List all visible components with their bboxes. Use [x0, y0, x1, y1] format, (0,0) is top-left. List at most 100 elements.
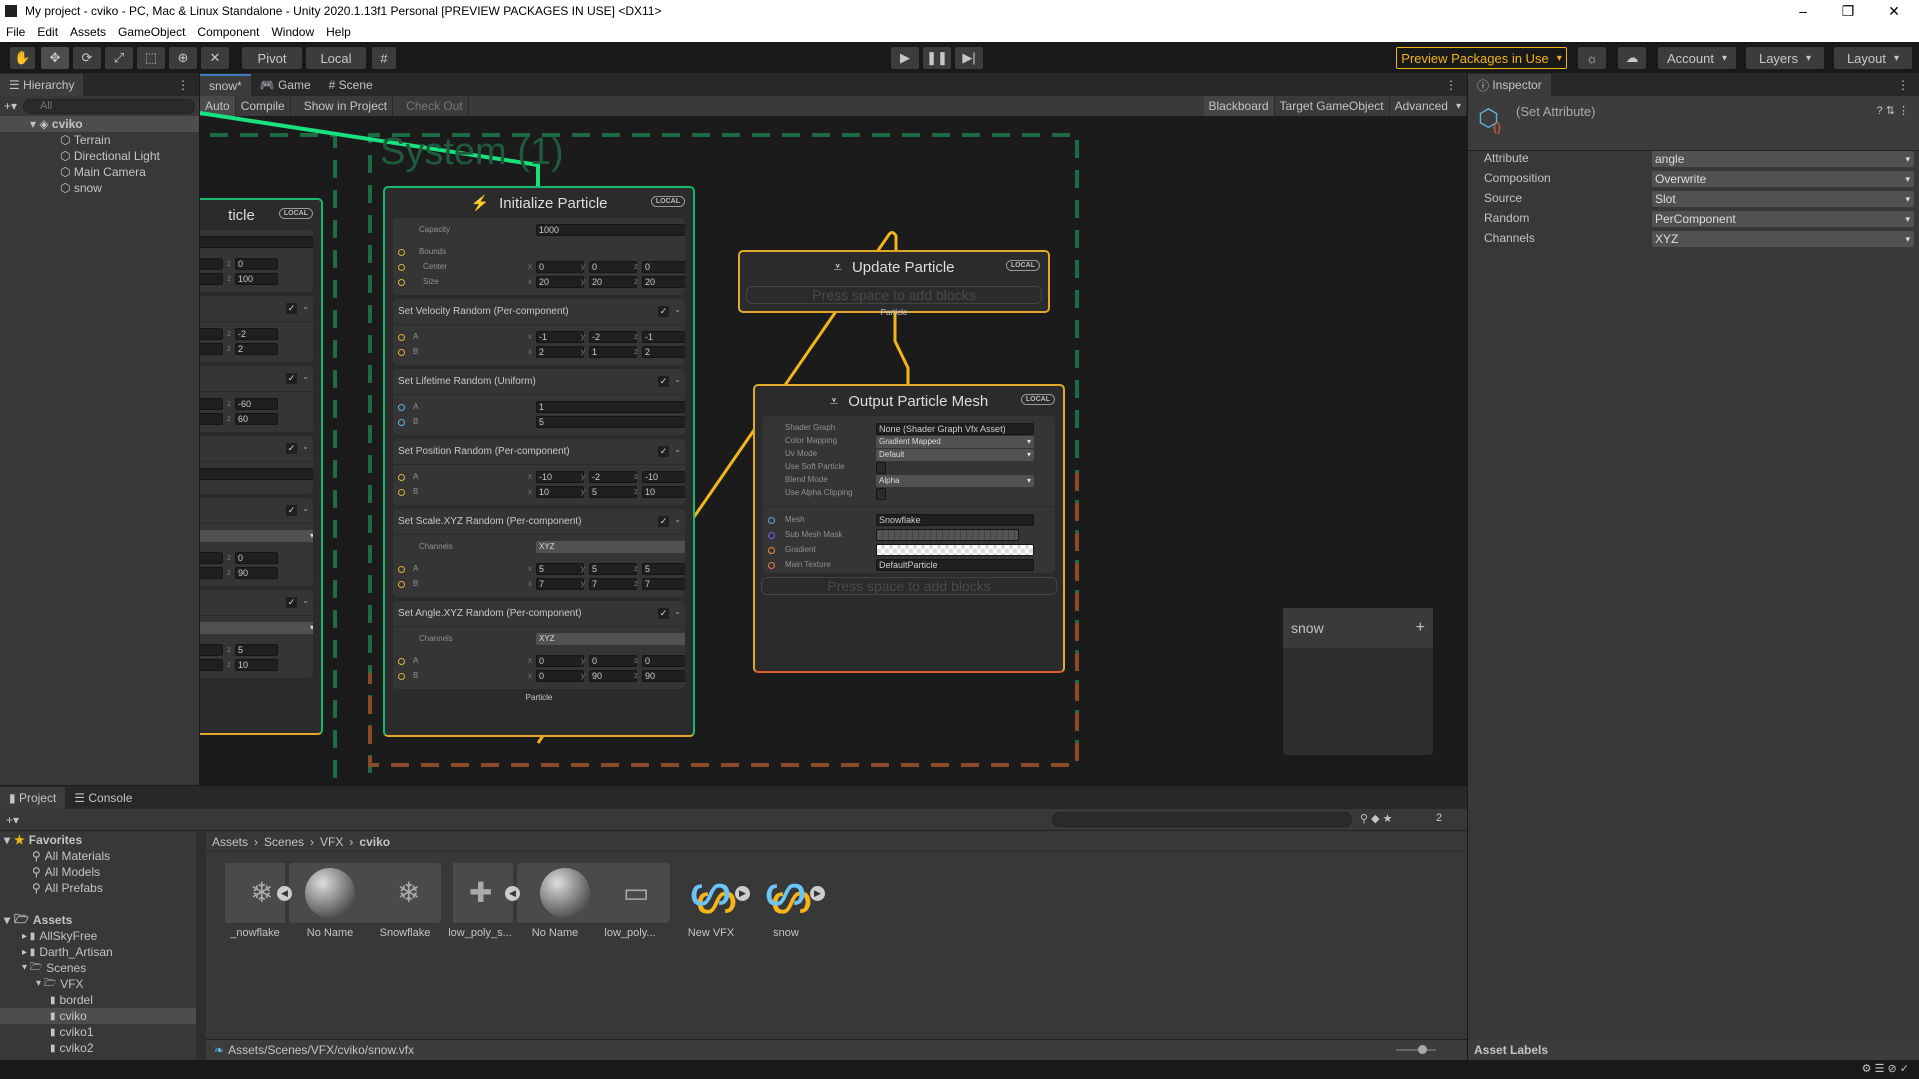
vector-field-z[interactable]: 10 — [235, 659, 278, 671]
field-dropdown[interactable]: angle — [1652, 151, 1914, 167]
vector-field-x[interactable]: 5 — [536, 563, 584, 575]
close-icon[interactable]: ✕ — [1872, 0, 1916, 22]
pause-icon[interactable]: ❚❚ — [923, 47, 951, 69]
asset-labels-header[interactable]: Asset Labels — [1468, 1040, 1919, 1060]
step-icon[interactable]: ▶| — [955, 47, 983, 69]
folder-item[interactable]: ▮ cviko — [0, 1008, 196, 1024]
cloud-icon[interactable]: ☁ — [1618, 47, 1646, 69]
vector-field-z[interactable]: 60 — [235, 413, 278, 425]
asset-label[interactable]: No Name — [520, 927, 590, 939]
channels-dropdown[interactable]: XYZ — [536, 633, 685, 645]
setting-dropdown[interactable]: Default — [876, 449, 1034, 461]
vector-field-y[interactable]: 90 — [589, 670, 637, 682]
vector-field-y[interactable]: 10 — [200, 659, 223, 671]
collapse-chevron-icon[interactable]: ⌄ — [302, 442, 309, 451]
tab-inspector[interactable]: ⓘ Inspector — [1468, 74, 1551, 96]
vector-field-z[interactable]: 5 — [235, 644, 278, 656]
vector-field-z[interactable]: 2 — [642, 346, 685, 358]
scene-row[interactable]: ▾ ◈ cviko — [0, 116, 199, 132]
hand-tool-icon[interactable]: ✋ — [10, 47, 35, 69]
enable-checkbox[interactable]: ✓ — [286, 505, 297, 516]
vector-field-z[interactable]: -2 — [235, 328, 278, 340]
channels-dropdown[interactable] — [200, 530, 313, 542]
collapse-chevron-icon[interactable]: ⌄ — [302, 504, 309, 513]
port-icon[interactable] — [398, 419, 405, 426]
vector-field-y[interactable]: -7 — [200, 343, 223, 355]
collapse-chevron-icon[interactable]: ⌄ — [674, 515, 681, 524]
vector-field-z[interactable]: 2 — [235, 343, 278, 355]
material-sphere-icon[interactable] — [540, 868, 590, 918]
vector-field-y[interactable]: -3 — [200, 328, 223, 340]
vector-field-y[interactable]: 0 — [200, 258, 223, 270]
initialize-particle-node[interactable]: ⚡ Initialize Particle LOCAL Capacity 1000 Bou… — [383, 186, 695, 737]
zoom-slider[interactable] — [1396, 1045, 1436, 1054]
block[interactable]: Set Lifetime Random (Uniform) ✓ ⌄ A 1 B 5 — [393, 369, 685, 435]
vector-field-z[interactable]: 5 — [642, 563, 685, 575]
port-icon[interactable] — [398, 581, 405, 588]
collapse-chevron-icon[interactable]: ⌄ — [674, 607, 681, 616]
enable-checkbox[interactable]: ✓ — [286, 597, 297, 608]
sub-mesh-mask-field[interactable] — [876, 529, 1019, 541]
vector-field-z[interactable]: -1 — [642, 331, 685, 343]
add-blocks-placeholder[interactable]: Press space to add blocks — [746, 286, 1042, 304]
vector-field-z[interactable]: 20 — [642, 276, 685, 288]
port-icon[interactable] — [398, 474, 405, 481]
port-icon[interactable] — [398, 279, 405, 286]
block[interactable]: ✓⌄y0z0y90z90 — [200, 498, 313, 586]
vector-field-y[interactable]: 20 — [589, 276, 637, 288]
object-field[interactable]: DefaultParticle — [876, 559, 1034, 571]
channels-dropdown[interactable]: XYZ — [536, 541, 685, 553]
enable-checkbox[interactable]: ✓ — [286, 303, 297, 314]
vector-field-x[interactable]: -1 — [536, 331, 584, 343]
vector-field-y[interactable]: 5 — [589, 486, 637, 498]
layers-dropdown[interactable]: Layers — [1746, 47, 1824, 69]
value-field[interactable] — [200, 468, 313, 480]
hierarchy-search-input[interactable] — [23, 98, 195, 114]
port-icon[interactable] — [398, 673, 405, 680]
asset-label[interactable]: snow — [751, 927, 821, 939]
enable-checkbox[interactable]: ✓ — [658, 516, 669, 527]
rotate-tool-icon[interactable]: ⟳ — [73, 47, 101, 69]
vector-field-x[interactable]: 10 — [536, 486, 584, 498]
play-icon[interactable]: ▶ — [891, 47, 919, 69]
asset-label[interactable]: low_poly... — [595, 927, 665, 939]
port-icon[interactable] — [768, 517, 775, 524]
block[interactable]: ✓ ⌄ — [200, 436, 313, 494]
block[interactable]: ✓⌄y20z-60y20z60 — [200, 366, 313, 432]
vector-field-y[interactable]: 0 — [589, 261, 637, 273]
output-particle-mesh-node[interactable]: ⩡ Output Particle Mesh LOCAL Shader Graph No… — [753, 384, 1065, 673]
collapse-chevron-icon[interactable]: ⌄ — [302, 596, 309, 605]
block[interactable]: ✓⌄y5z5y10z10 — [200, 590, 313, 678]
block[interactable]: Set Scale.XYZ Random (Per-component) ✓ ⌄ Ch… — [393, 509, 685, 597]
menu-assets[interactable]: Assets — [70, 25, 106, 39]
vector-field-y[interactable]: 1 — [589, 346, 637, 358]
lock-icon[interactable]: ⋮ — [177, 78, 189, 92]
vector-field-y[interactable]: 0 — [589, 655, 637, 667]
collapse-chevron-icon[interactable]: ⌄ — [302, 302, 309, 311]
transform-tool-icon[interactable]: ⊕ — [169, 47, 197, 69]
folder-item[interactable]: ▮ bordel — [0, 992, 196, 1008]
menu-window[interactable]: Window — [271, 25, 314, 39]
vector-field-z[interactable]: 0 — [235, 258, 278, 270]
field-dropdown[interactable]: XYZ — [1652, 231, 1914, 247]
menu-gameobject[interactable]: GameObject — [118, 25, 185, 39]
port-icon[interactable] — [398, 349, 405, 356]
vector-field-y[interactable]: 5 — [589, 563, 637, 575]
asset-label[interactable]: New VFX — [676, 927, 746, 939]
value-field[interactable]: 5 — [536, 416, 685, 428]
menu-help[interactable]: Help — [326, 25, 351, 39]
snowflake-mesh-icon[interactable]: ❄ — [397, 876, 420, 909]
folder-item[interactable]: ▮ cviko2 — [0, 1040, 196, 1056]
object-field[interactable]: Snowflake — [876, 514, 1034, 526]
value-field[interactable] — [200, 236, 313, 248]
local-button[interactable]: Local — [306, 47, 366, 69]
vector-field-z[interactable]: 0 — [642, 261, 685, 273]
value-field[interactable]: 1 — [536, 401, 685, 413]
asset-label[interactable]: No Name — [295, 927, 365, 939]
hierarchy-item[interactable]: ⬡ Directional Light — [0, 148, 199, 164]
menu-edit[interactable]: Edit — [37, 25, 58, 39]
enable-checkbox[interactable]: ✓ — [658, 376, 669, 387]
maximize-icon[interactable]: ❐ — [1826, 0, 1870, 22]
enable-checkbox[interactable]: ✓ — [286, 373, 297, 384]
vector-field-x[interactable]: 7 — [536, 578, 584, 590]
